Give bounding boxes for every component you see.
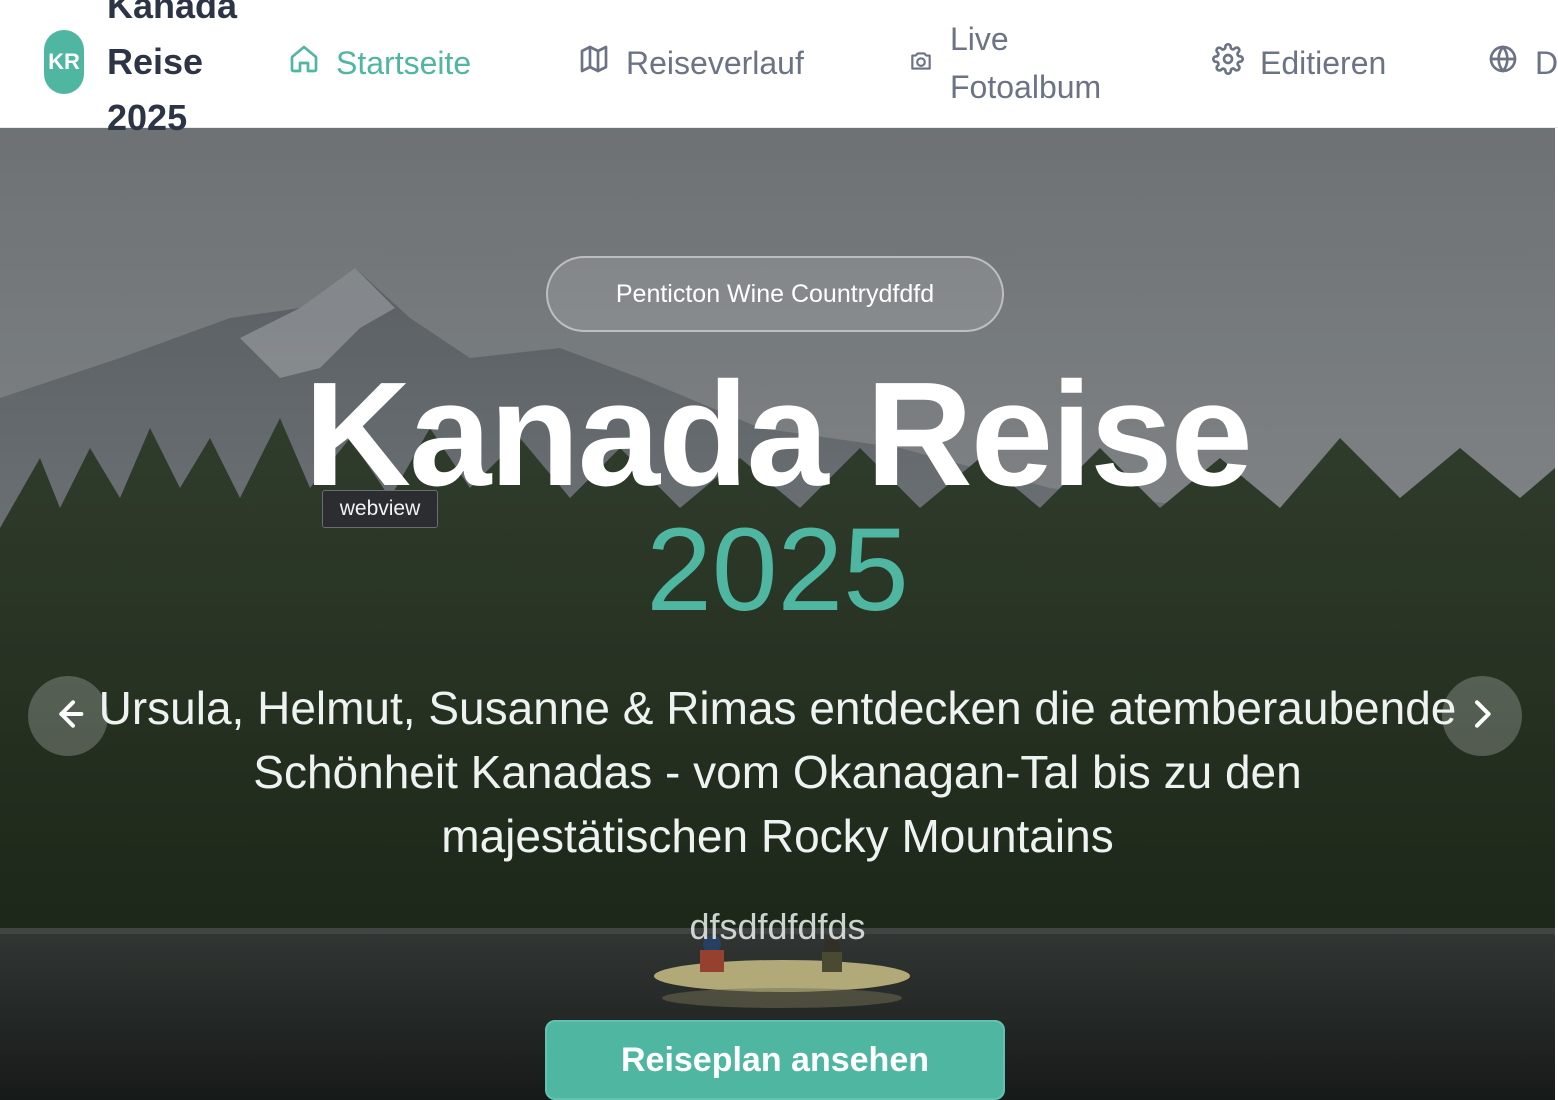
webview-tooltip: webview	[322, 490, 438, 528]
brand-line-1: Kanada	[107, 0, 238, 26]
nav-item-reiseverlauf[interactable]: Reiseverlauf	[578, 0, 804, 126]
camera-icon	[908, 45, 934, 82]
globe-icon	[1487, 43, 1519, 83]
home-icon	[288, 43, 320, 83]
nav-item-live-fotoalbum[interactable]: Live Fotoalbum	[908, 0, 1101, 126]
location-badge: Penticton Wine Countrydfdfd	[546, 256, 1004, 332]
hero-title: Kanada Reise	[304, 352, 1253, 517]
hero-subtitle-line-3: majestätischen Rocky Mountains	[441, 810, 1114, 862]
top-navigation: KR Kanada Reise 2025 Startseite Reisever…	[0, 0, 1558, 138]
map-icon	[578, 43, 610, 83]
view-itinerary-button[interactable]: Reiseplan ansehen	[545, 1020, 1005, 1100]
logo-badge[interactable]: KR	[44, 30, 84, 94]
nav-label-editieren: Editieren	[1260, 44, 1387, 81]
hero-subtitle-line-2: Schönheit Kanadas - vom Okanagan-Tal bis…	[253, 746, 1302, 798]
hero-section: Penticton Wine Countrydfdfd Kanada Reise…	[0, 128, 1555, 1100]
brand-line-3: 2025	[107, 97, 188, 138]
nav-label-startseite: Startseite	[336, 44, 472, 81]
hero-subtitle: Ursula, Helmut, Susanne & Rimas entdecke…	[20, 676, 1535, 868]
gear-icon	[1212, 43, 1244, 83]
hero-year: 2025	[646, 504, 909, 636]
nav-item-editieren[interactable]: Editieren	[1212, 0, 1386, 126]
nav-label-reiseverlauf: Reiseverlauf	[626, 44, 804, 81]
hero-subtitle-line-1: Ursula, Helmut, Susanne & Rimas entdecke…	[98, 682, 1457, 734]
nav-item-startseite[interactable]: Startseite	[288, 0, 471, 126]
hero-tagline: dfsdfdfdfds	[689, 906, 866, 947]
nav-label-language: D	[1535, 44, 1558, 81]
brand-title[interactable]: Kanada Reise 2025	[107, 0, 257, 146]
nav-item-language[interactable]: D	[1487, 0, 1558, 126]
brand-line-2: Reise	[107, 41, 204, 82]
nav-label-live-fotoalbum: Live Fotoalbum	[950, 21, 1102, 105]
